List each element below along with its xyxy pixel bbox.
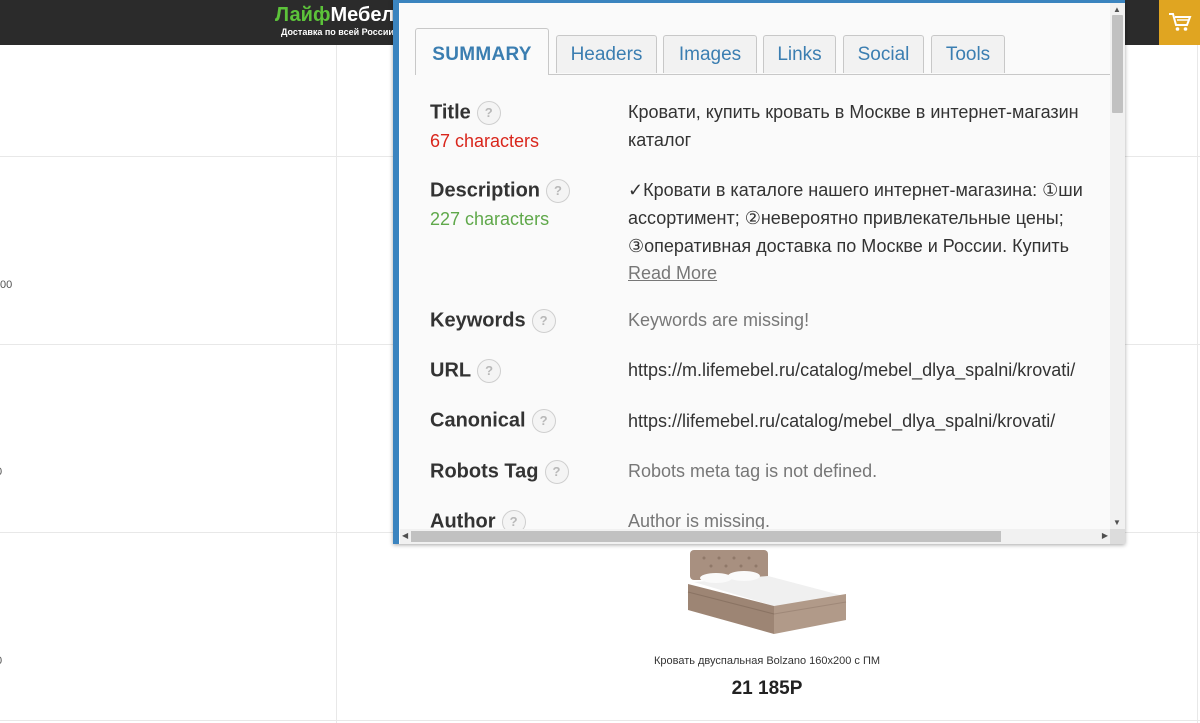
product-price: 21 185Р	[731, 678, 803, 699]
canonical-label-text: Canonical	[430, 409, 526, 432]
author-label: Author?	[430, 510, 526, 529]
canonical-label: Canonical?	[430, 409, 556, 433]
grid-divider	[336, 45, 337, 723]
scroll-left-icon[interactable]: ◀	[402, 531, 408, 540]
vertical-scrollbar[interactable]: ▲ ▼	[1110, 3, 1125, 529]
tab-summary[interactable]: SUMMARY	[415, 28, 549, 75]
horizontal-scrollbar[interactable]: ◀ ▶	[400, 529, 1110, 544]
robots-tag-label-text: Robots Tag	[430, 460, 539, 483]
keywords-value: Keywords are missing!	[628, 310, 810, 330]
canonical-value[interactable]: https://lifemebel.ru/catalog/mebel_dlya_…	[628, 407, 1055, 435]
tab-social[interactable]: Social	[843, 35, 924, 73]
title-value-line: Кровати, купить кровать в Москве в интер…	[628, 102, 1079, 122]
description-label: Description?	[430, 179, 571, 203]
title-label: Title?	[430, 101, 501, 125]
help-circle-icon[interactable]: ?	[476, 101, 501, 125]
grid-divider	[1197, 45, 1198, 723]
tab-headers[interactable]: Headers	[556, 35, 657, 73]
clipped-text: 00	[0, 279, 13, 291]
help-circle-icon[interactable]: ?	[546, 179, 571, 203]
vertical-scroll-thumb[interactable]	[1112, 15, 1123, 113]
author-label-text: Author	[430, 510, 496, 529]
grid-divider	[0, 720, 1200, 721]
description-value-line: ③оперативная доставка по Москве и России…	[628, 236, 1070, 256]
read-more-link[interactable]: Read More	[628, 259, 717, 287]
help-circle-icon[interactable]: ?	[544, 460, 569, 484]
scroll-right-icon[interactable]: ▶	[1102, 531, 1108, 540]
tab-links[interactable]: Links	[763, 35, 836, 73]
keywords-label-text: Keywords	[430, 309, 526, 332]
help-circle-icon[interactable]: ?	[477, 359, 502, 383]
product-name[interactable]: Кровать двуспальная Bolzano 160х200 с ПМ	[600, 655, 934, 667]
clipped-text: 0	[0, 466, 2, 478]
url-value[interactable]: https://m.lifemebel.ru/catalog/mebel_dly…	[628, 356, 1075, 384]
description-value-line: ✓Кровати в каталоге нашего интернет-мага…	[628, 180, 1083, 200]
help-circle-icon[interactable]: ?	[531, 309, 556, 333]
description-label-text: Description	[430, 179, 541, 202]
help-circle-icon[interactable]: ?	[531, 409, 556, 433]
tab-tools[interactable]: Tools	[931, 35, 1005, 73]
seo-extension-popup: SUMMARY Headers Images Links Social Tool…	[393, 0, 1125, 544]
title-value-line: каталог	[628, 130, 692, 150]
site-tagline: Доставка по всей России	[281, 27, 394, 37]
author-value: Author is missing.	[628, 511, 771, 529]
horizontal-scroll-thumb[interactable]	[411, 531, 1001, 542]
help-circle-icon[interactable]: ?	[501, 510, 526, 529]
description-value-line: ассортимент; ②невероятно привлекательные…	[628, 208, 1064, 228]
title-label-text: Title	[430, 101, 471, 124]
cart-button[interactable]	[1159, 0, 1200, 45]
scrollbar-corner	[1110, 529, 1125, 544]
description-char-count: 227 characters	[430, 209, 550, 229]
tab-images[interactable]: Images	[663, 35, 757, 73]
robots-tag-value: Robots meta tag is not defined.	[628, 461, 878, 481]
url-label: URL?	[430, 359, 502, 383]
logo-part-1: Лайф	[275, 4, 331, 26]
product-image[interactable]	[684, 548, 850, 645]
clipped-text: 0	[0, 655, 2, 667]
popup-accent-bar	[393, 0, 399, 544]
title-char-count: 67 characters	[430, 131, 540, 151]
keywords-label: Keywords?	[430, 309, 556, 333]
site-logo[interactable]: ЛайфМебель	[275, 4, 406, 27]
url-label-text: URL	[430, 359, 472, 382]
summary-panel: SUMMARY Headers Images Links Social Tool…	[400, 3, 1110, 529]
scroll-up-icon[interactable]: ▲	[1113, 5, 1121, 14]
scroll-down-icon[interactable]: ▼	[1113, 518, 1121, 527]
robots-tag-label: Robots Tag?	[430, 460, 569, 484]
